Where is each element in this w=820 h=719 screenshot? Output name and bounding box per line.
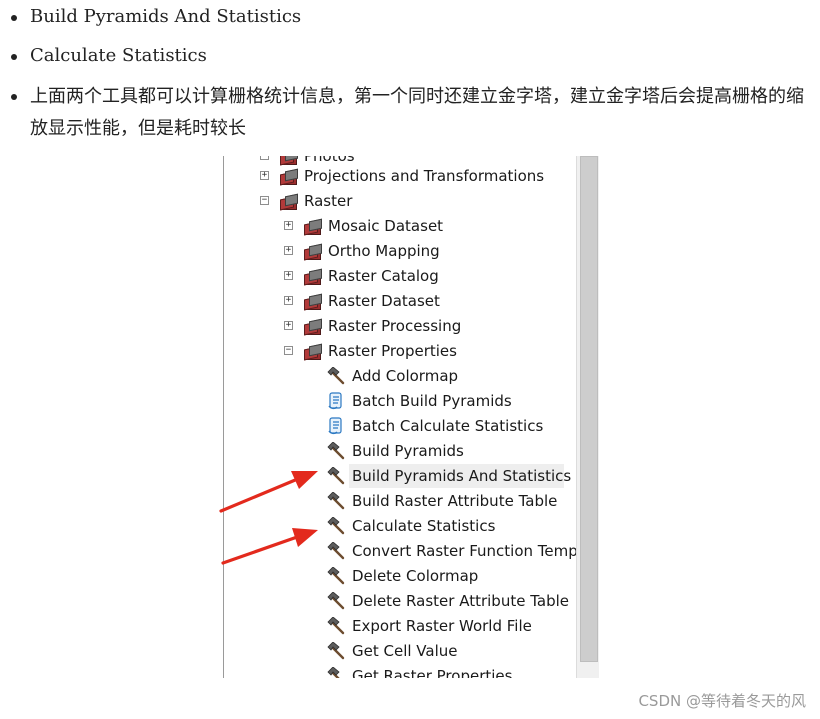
arrow-to-calculate-statistics xyxy=(221,528,318,565)
arrow-to-build-pyramids-and-statistics xyxy=(219,471,318,513)
annotation-arrows xyxy=(219,471,318,565)
watermark: CSDN @等待着冬天的风 xyxy=(638,692,806,710)
